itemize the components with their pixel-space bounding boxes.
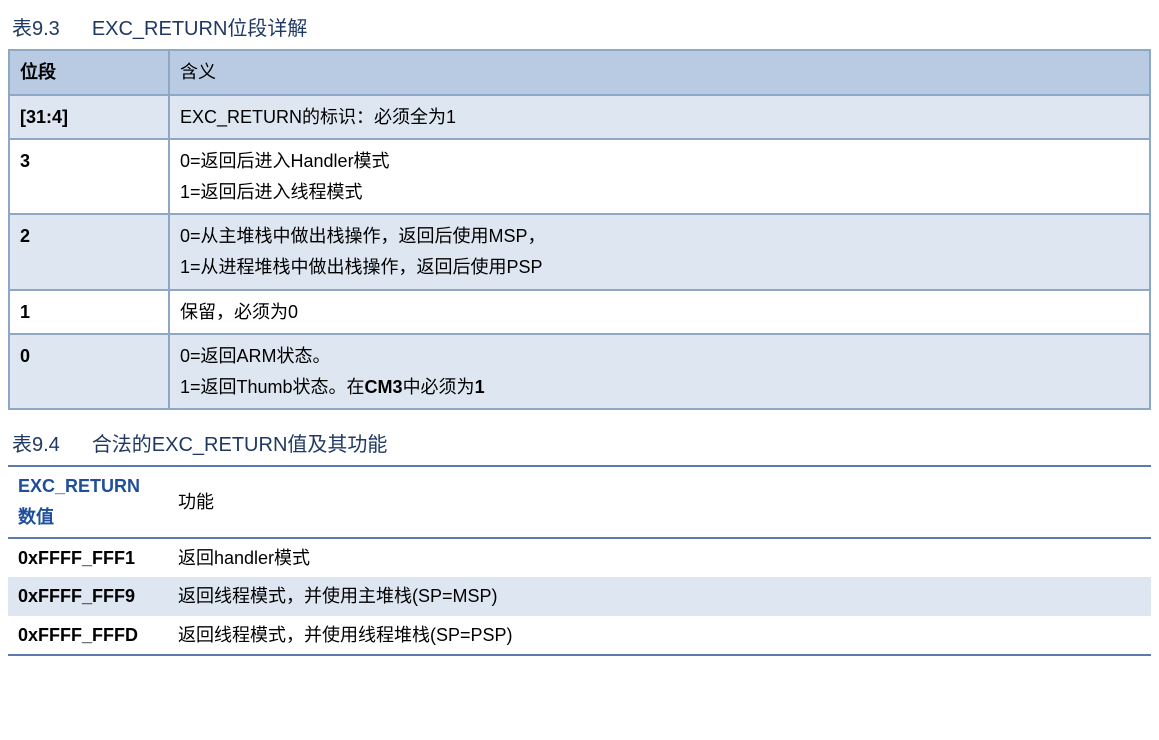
func-cell: 返回handler模式 [168,538,1151,578]
table2-caption: 表9.4 合法的EXC_RETURN值及其功能 [8,424,1151,465]
table-row: 0xFFFF_FFF9 返回线程模式，并使用主堆栈(SP=MSP) [8,577,1151,616]
bits-cell: 1 [9,290,169,335]
table-row: 0xFFFF_FFFD 返回线程模式，并使用线程堆栈(SP=PSP) [8,616,1151,656]
exc-return-values-table: EXC_RETURN 数值 功能 0xFFFF_FFF1 返回handler模式… [8,465,1151,656]
table-row: 0xFFFF_FFF1 返回handler模式 [8,538,1151,578]
header-line: EXC_RETURN [18,471,158,502]
desc-line: 1=从进程堆栈中做出栈操作，返回后使用PSP [180,252,1139,283]
table-row: 1 保留，必须为0 [9,290,1150,335]
value-cell: 0xFFFF_FFF1 [8,538,168,578]
desc-cell: 0=返回后进入Handler模式 1=返回后进入线程模式 [169,139,1150,214]
table2-header-value: EXC_RETURN 数值 [8,466,168,537]
desc-line: 1=返回Thumb状态。在CM3中必须为1 [180,372,1139,403]
bits-cell: [31:4] [9,95,169,140]
func-cell: 返回线程模式，并使用线程堆栈(SP=PSP) [168,616,1151,656]
table1-caption: 表9.3 EXC_RETURN位段详解 [8,8,1151,49]
value-cell: 0xFFFF_FFFD [8,616,168,656]
table-row: 3 0=返回后进入Handler模式 1=返回后进入线程模式 [9,139,1150,214]
desc-line: 0=从主堆栈中做出栈操作，返回后使用MSP， [180,221,1139,252]
table-row: 2 0=从主堆栈中做出栈操作，返回后使用MSP， 1=从进程堆栈中做出栈操作，返… [9,214,1150,289]
table-row: [31:4] EXC_RETURN的标识：必须全为1 [9,95,1150,140]
desc-cell: 0=从主堆栈中做出栈操作，返回后使用MSP， 1=从进程堆栈中做出栈操作，返回后… [169,214,1150,289]
header-line: 数值 [18,502,158,533]
func-cell: 返回线程模式，并使用主堆栈(SP=MSP) [168,577,1151,616]
desc-line: 1=返回后进入线程模式 [180,177,1139,208]
desc-cell: EXC_RETURN的标识：必须全为1 [169,95,1150,140]
exc-return-bits-table: 位段 含义 [31:4] EXC_RETURN的标识：必须全为1 3 0=返回后… [8,49,1151,410]
table1-caption-number: 表9.3 [12,18,60,40]
table1-header-bits: 位段 [9,50,169,95]
desc-cell: 0=返回ARM状态。 1=返回Thumb状态。在CM3中必须为1 [169,334,1150,409]
bits-cell: 0 [9,334,169,409]
table-row: 0 0=返回ARM状态。 1=返回Thumb状态。在CM3中必须为1 [9,334,1150,409]
bits-cell: 2 [9,214,169,289]
value-cell: 0xFFFF_FFF9 [8,577,168,616]
desc-cell: 保留，必须为0 [169,290,1150,335]
table2-caption-number: 表9.4 [12,434,60,456]
bits-cell: 3 [9,139,169,214]
table1-header-meaning: 含义 [169,50,1150,95]
table1-caption-text: EXC_RETURN位段详解 [92,18,308,40]
table2-caption-text: 合法的EXC_RETURN值及其功能 [92,434,388,456]
desc-line: 0=返回后进入Handler模式 [180,146,1139,177]
table2-header-func: 功能 [168,466,1151,537]
desc-line: 0=返回ARM状态。 [180,341,1139,372]
